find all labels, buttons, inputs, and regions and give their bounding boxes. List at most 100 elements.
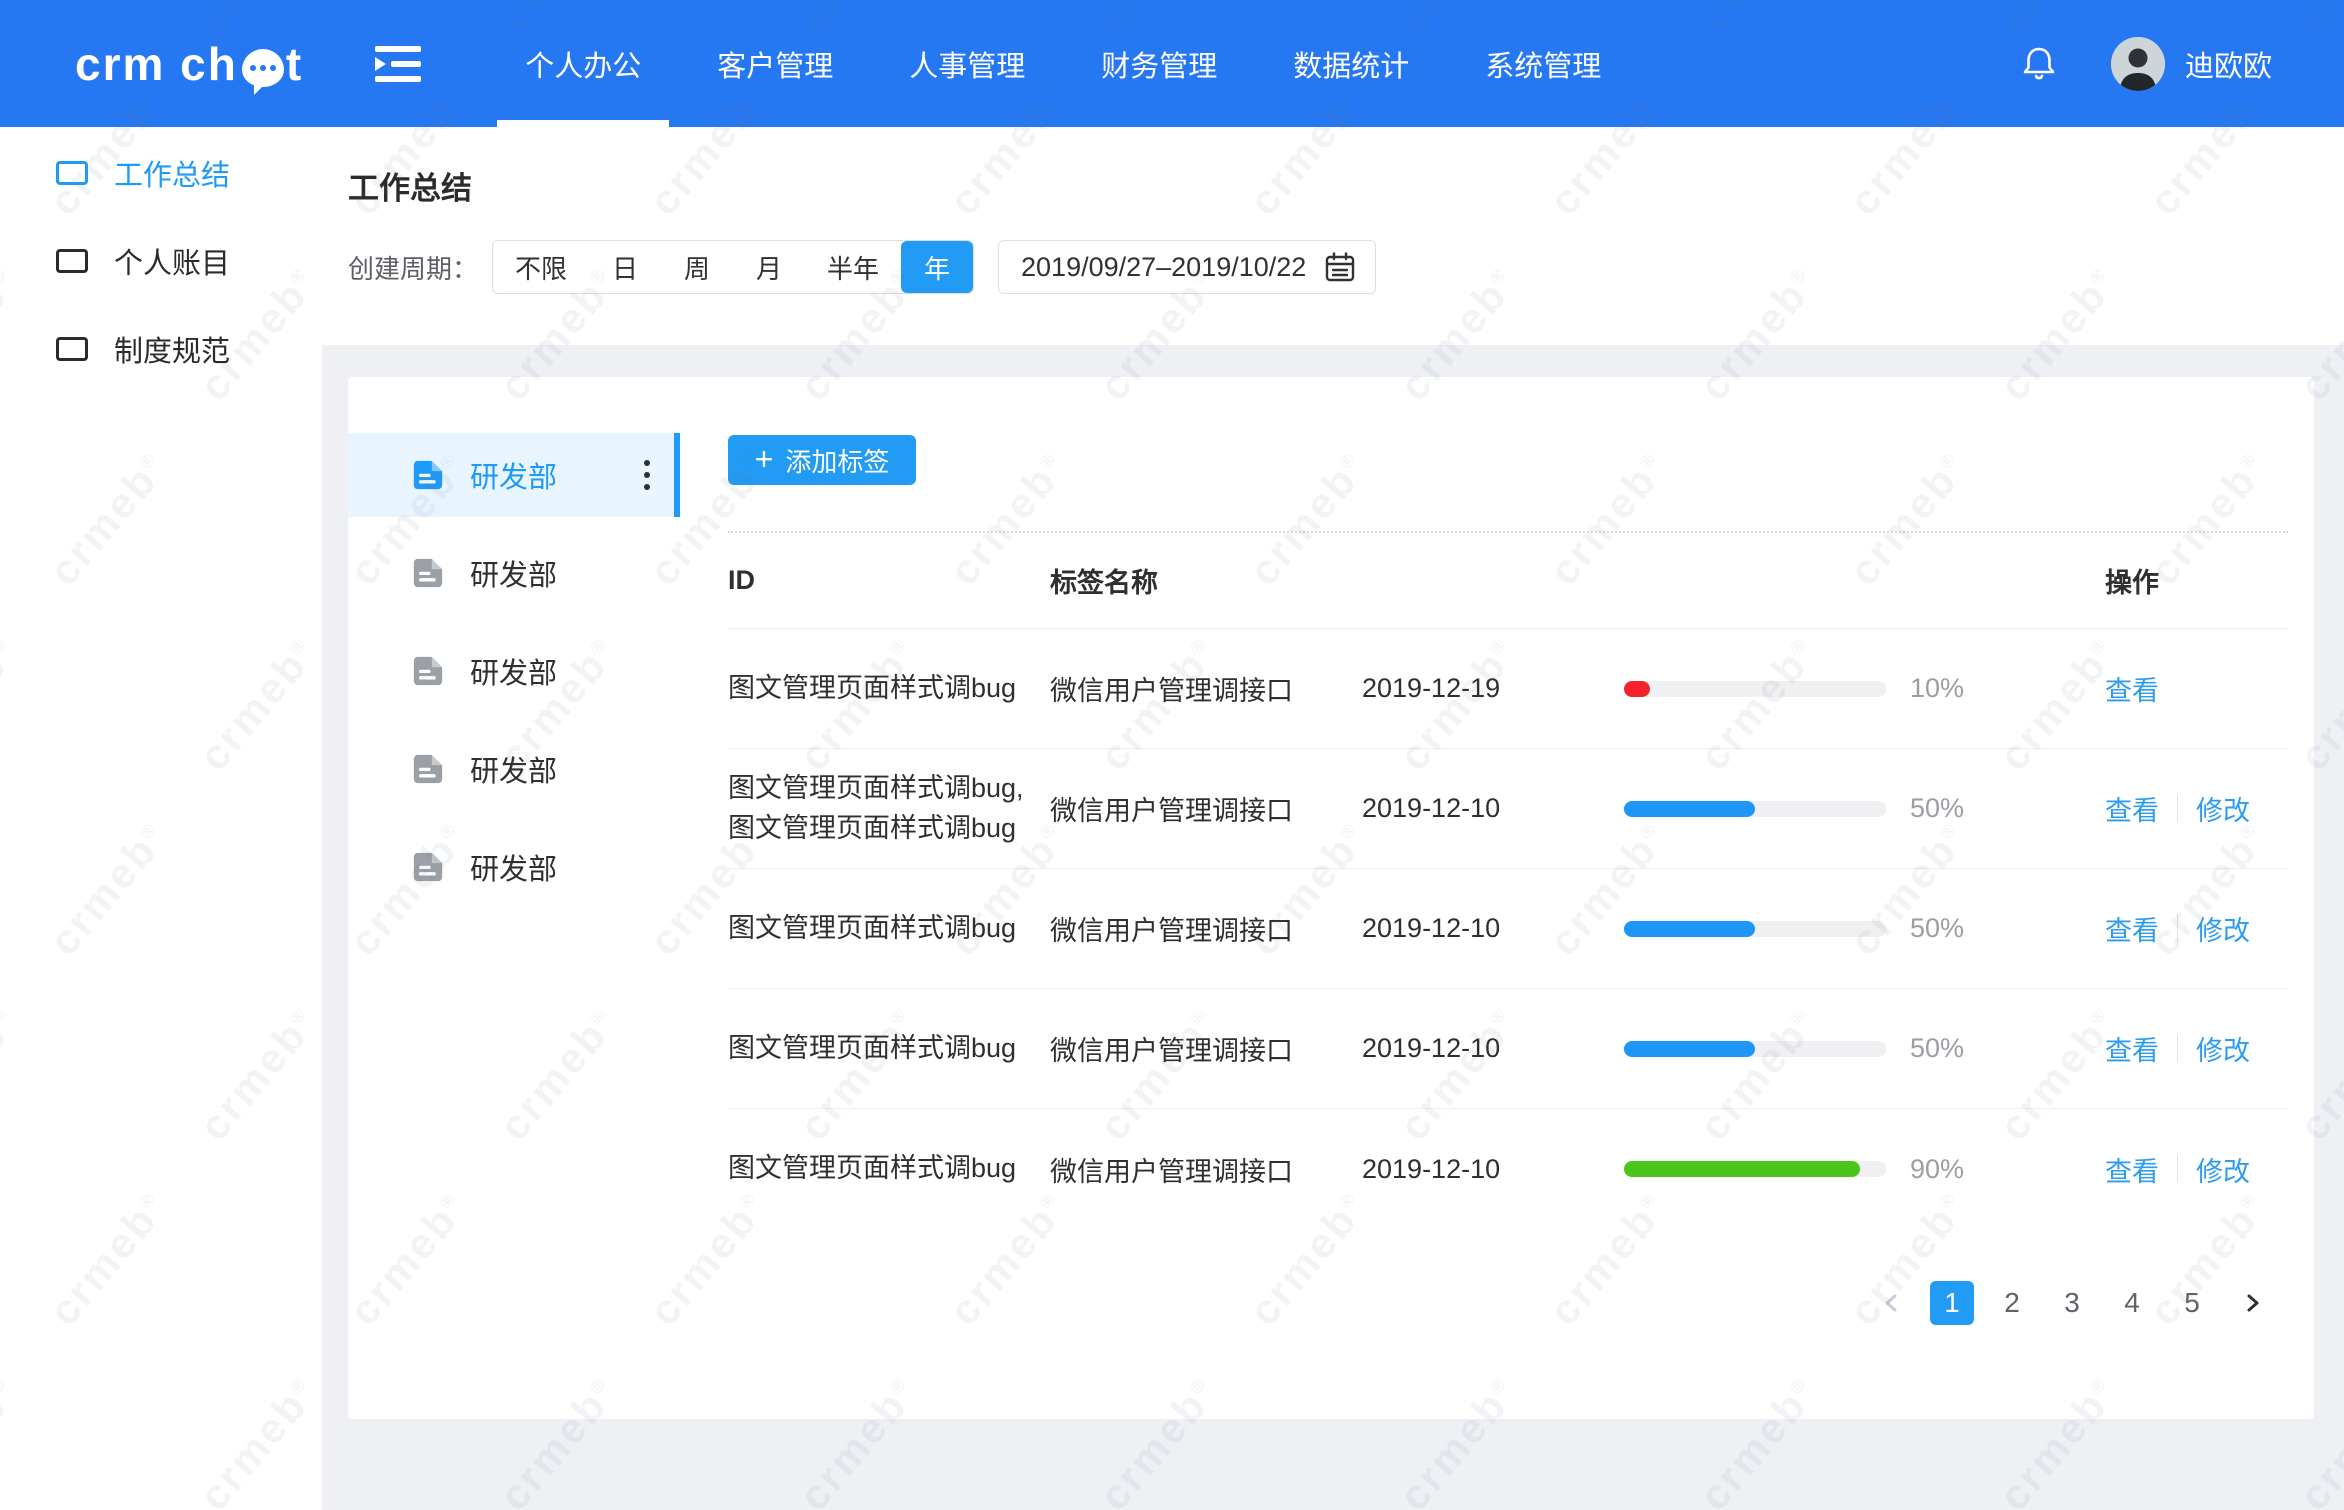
sidebar-item[interactable]: 制度规范 xyxy=(0,305,322,393)
page-number[interactable]: 1 xyxy=(1930,1281,1974,1325)
view-link[interactable]: 查看 xyxy=(2105,1150,2159,1189)
content-card: 研发部研发部研发部研发部研发部 + 添加标签 ID 标签名称 操作 xyxy=(348,377,2314,1419)
page-number[interactable]: 2 xyxy=(1990,1281,2034,1325)
view-link[interactable]: 查看 xyxy=(2105,789,2159,828)
view-link[interactable]: 查看 xyxy=(2105,669,2159,708)
main-nav: 个人办公客户管理人事管理财务管理数据统计系统管理 xyxy=(487,0,1639,127)
row-actions: 查看修改 xyxy=(2020,1029,2288,1068)
add-tag-button[interactable]: + 添加标签 xyxy=(728,435,916,485)
page-number[interactable]: 4 xyxy=(2110,1281,2154,1325)
menu-collapse-icon[interactable] xyxy=(375,46,421,82)
prev-page-icon[interactable] xyxy=(1870,1281,1914,1325)
chat-bubble-icon xyxy=(242,49,284,87)
table-row: 图文管理页面样式调bug 微信用户管理调接口 2019-12-10 50% 查看… xyxy=(728,869,2288,989)
sidebar-item-label: 工作总结 xyxy=(114,152,230,194)
department-item[interactable]: 研发部 xyxy=(348,629,680,713)
table-body: 图文管理页面样式调bug 微信用户管理调接口 2019-12-19 10% 查看… xyxy=(728,629,2288,1229)
edit-link[interactable]: 修改 xyxy=(2196,1150,2250,1189)
id-line: 图文管理页面样式调bug xyxy=(728,669,1050,708)
cell-tag-name: 微信用户管理调接口 xyxy=(1050,789,1362,828)
edit-link[interactable]: 修改 xyxy=(2196,789,2250,828)
table-row: 图文管理页面样式调bug,图文管理页面样式调bug 微信用户管理调接口 2019… xyxy=(728,749,2288,869)
department-label: 研发部 xyxy=(470,846,557,888)
page-number[interactable]: 5 xyxy=(2170,1281,2214,1325)
progress-bar xyxy=(1624,1161,1886,1177)
filter-label: 创建周期： xyxy=(348,249,478,286)
cell-tag-name: 微信用户管理调接口 xyxy=(1050,1150,1362,1189)
add-tag-label: 添加标签 xyxy=(785,442,889,479)
action-divider xyxy=(2177,1035,2178,1063)
nav-item[interactable]: 个人办公 xyxy=(487,0,679,127)
notification-bell-icon[interactable] xyxy=(2019,44,2059,84)
progress-bar xyxy=(1624,801,1886,817)
id-line: 图文管理页面样式调bug xyxy=(728,909,1050,948)
pagination: 12345 xyxy=(728,1281,2288,1325)
calendar-icon xyxy=(1323,250,1357,284)
page-number[interactable]: 3 xyxy=(2050,1281,2094,1325)
cell-id: 图文管理页面样式调bug xyxy=(728,669,1050,708)
document-icon xyxy=(410,751,446,787)
logo-text-left: crm ch xyxy=(75,41,238,87)
cell-date: 2019-12-10 xyxy=(1362,1154,1624,1185)
action-divider xyxy=(2177,915,2178,943)
action-divider xyxy=(2177,1155,2178,1183)
progress-percent: 50% xyxy=(1910,913,2020,944)
column-header-action: 操作 xyxy=(2020,561,2288,600)
department-label: 研发部 xyxy=(470,650,557,692)
department-item[interactable]: 研发部 xyxy=(348,531,680,615)
edit-link[interactable]: 修改 xyxy=(2196,909,2250,948)
logo[interactable]: crm ch t xyxy=(75,41,303,87)
more-menu-icon[interactable] xyxy=(640,456,654,494)
column-header-tag-name: 标签名称 xyxy=(1050,561,1362,600)
department-list: 研发部研发部研发部研发部研发部 xyxy=(348,377,680,1419)
date-range-value: 2019/09/27–2019/10/22 xyxy=(1021,252,1323,283)
nav-item[interactable]: 客户管理 xyxy=(679,0,871,127)
window-icon xyxy=(56,161,88,185)
cell-id: 图文管理页面样式调bug xyxy=(728,909,1050,948)
period-option[interactable]: 日 xyxy=(589,241,661,293)
user-name: 迪欧欧 xyxy=(2185,43,2272,85)
period-option[interactable]: 周 xyxy=(661,241,733,293)
sidebar-item-label: 制度规范 xyxy=(114,328,230,370)
sidebar-item[interactable]: 个人账目 xyxy=(0,217,322,305)
department-item[interactable]: 研发部 xyxy=(348,727,680,811)
tag-table-area: + 添加标签 ID 标签名称 操作 图文管理页面样式调bug 微信用户管理调接口… xyxy=(680,377,2314,1419)
nav-item[interactable]: 人事管理 xyxy=(871,0,1063,127)
main-content: 工作总结 创建周期： 不限日周月半年年 2019/09/27–2019/10/2… xyxy=(322,127,2344,1510)
next-page-icon[interactable] xyxy=(2230,1281,2274,1325)
cell-id: 图文管理页面样式调bug xyxy=(728,1029,1050,1068)
sidebar-item-label: 个人账目 xyxy=(114,240,230,282)
cell-date: 2019-12-19 xyxy=(1362,673,1624,704)
id-line: 图文管理页面样式调bug xyxy=(728,809,1050,848)
plus-icon: + xyxy=(755,443,774,475)
progress-percent: 50% xyxy=(1910,793,2020,824)
department-label: 研发部 xyxy=(470,552,557,594)
page-header-panel: 工作总结 创建周期： 不限日周月半年年 2019/09/27–2019/10/2… xyxy=(322,127,2344,345)
nav-item[interactable]: 财务管理 xyxy=(1063,0,1255,127)
row-actions: 查看修改 xyxy=(2020,1150,2288,1189)
sidebar-item[interactable]: 工作总结 xyxy=(0,129,322,217)
progress-bar xyxy=(1624,681,1886,697)
cell-tag-name: 微信用户管理调接口 xyxy=(1050,909,1362,948)
department-item[interactable]: 研发部 xyxy=(348,825,680,909)
column-header-id: ID xyxy=(728,565,1050,596)
document-icon xyxy=(410,555,446,591)
view-link[interactable]: 查看 xyxy=(2105,909,2159,948)
cell-id: 图文管理页面样式调bug xyxy=(728,1149,1050,1188)
edit-link[interactable]: 修改 xyxy=(2196,1029,2250,1068)
app-root: crm ch t 个人办公客户管理人事管理财务管理数据统计系统管理 xyxy=(0,0,2344,1510)
page-title: 工作总结 xyxy=(348,163,2344,208)
view-link[interactable]: 查看 xyxy=(2105,1029,2159,1068)
cell-date: 2019-12-10 xyxy=(1362,793,1624,824)
period-option[interactable]: 月 xyxy=(733,241,805,293)
sidebar: 工作总结个人账目制度规范 xyxy=(0,127,322,1510)
period-option[interactable]: 不限 xyxy=(493,241,589,293)
period-option[interactable]: 半年 xyxy=(805,241,901,293)
cell-id: 图文管理页面样式调bug,图文管理页面样式调bug xyxy=(728,769,1050,847)
department-item[interactable]: 研发部 xyxy=(348,433,680,517)
nav-item[interactable]: 数据统计 xyxy=(1255,0,1447,127)
date-range-picker[interactable]: 2019/09/27–2019/10/22 xyxy=(998,240,1376,294)
period-option[interactable]: 年 xyxy=(901,241,973,293)
user-menu[interactable]: 迪欧欧 xyxy=(2111,37,2272,91)
nav-item[interactable]: 系统管理 xyxy=(1447,0,1639,127)
